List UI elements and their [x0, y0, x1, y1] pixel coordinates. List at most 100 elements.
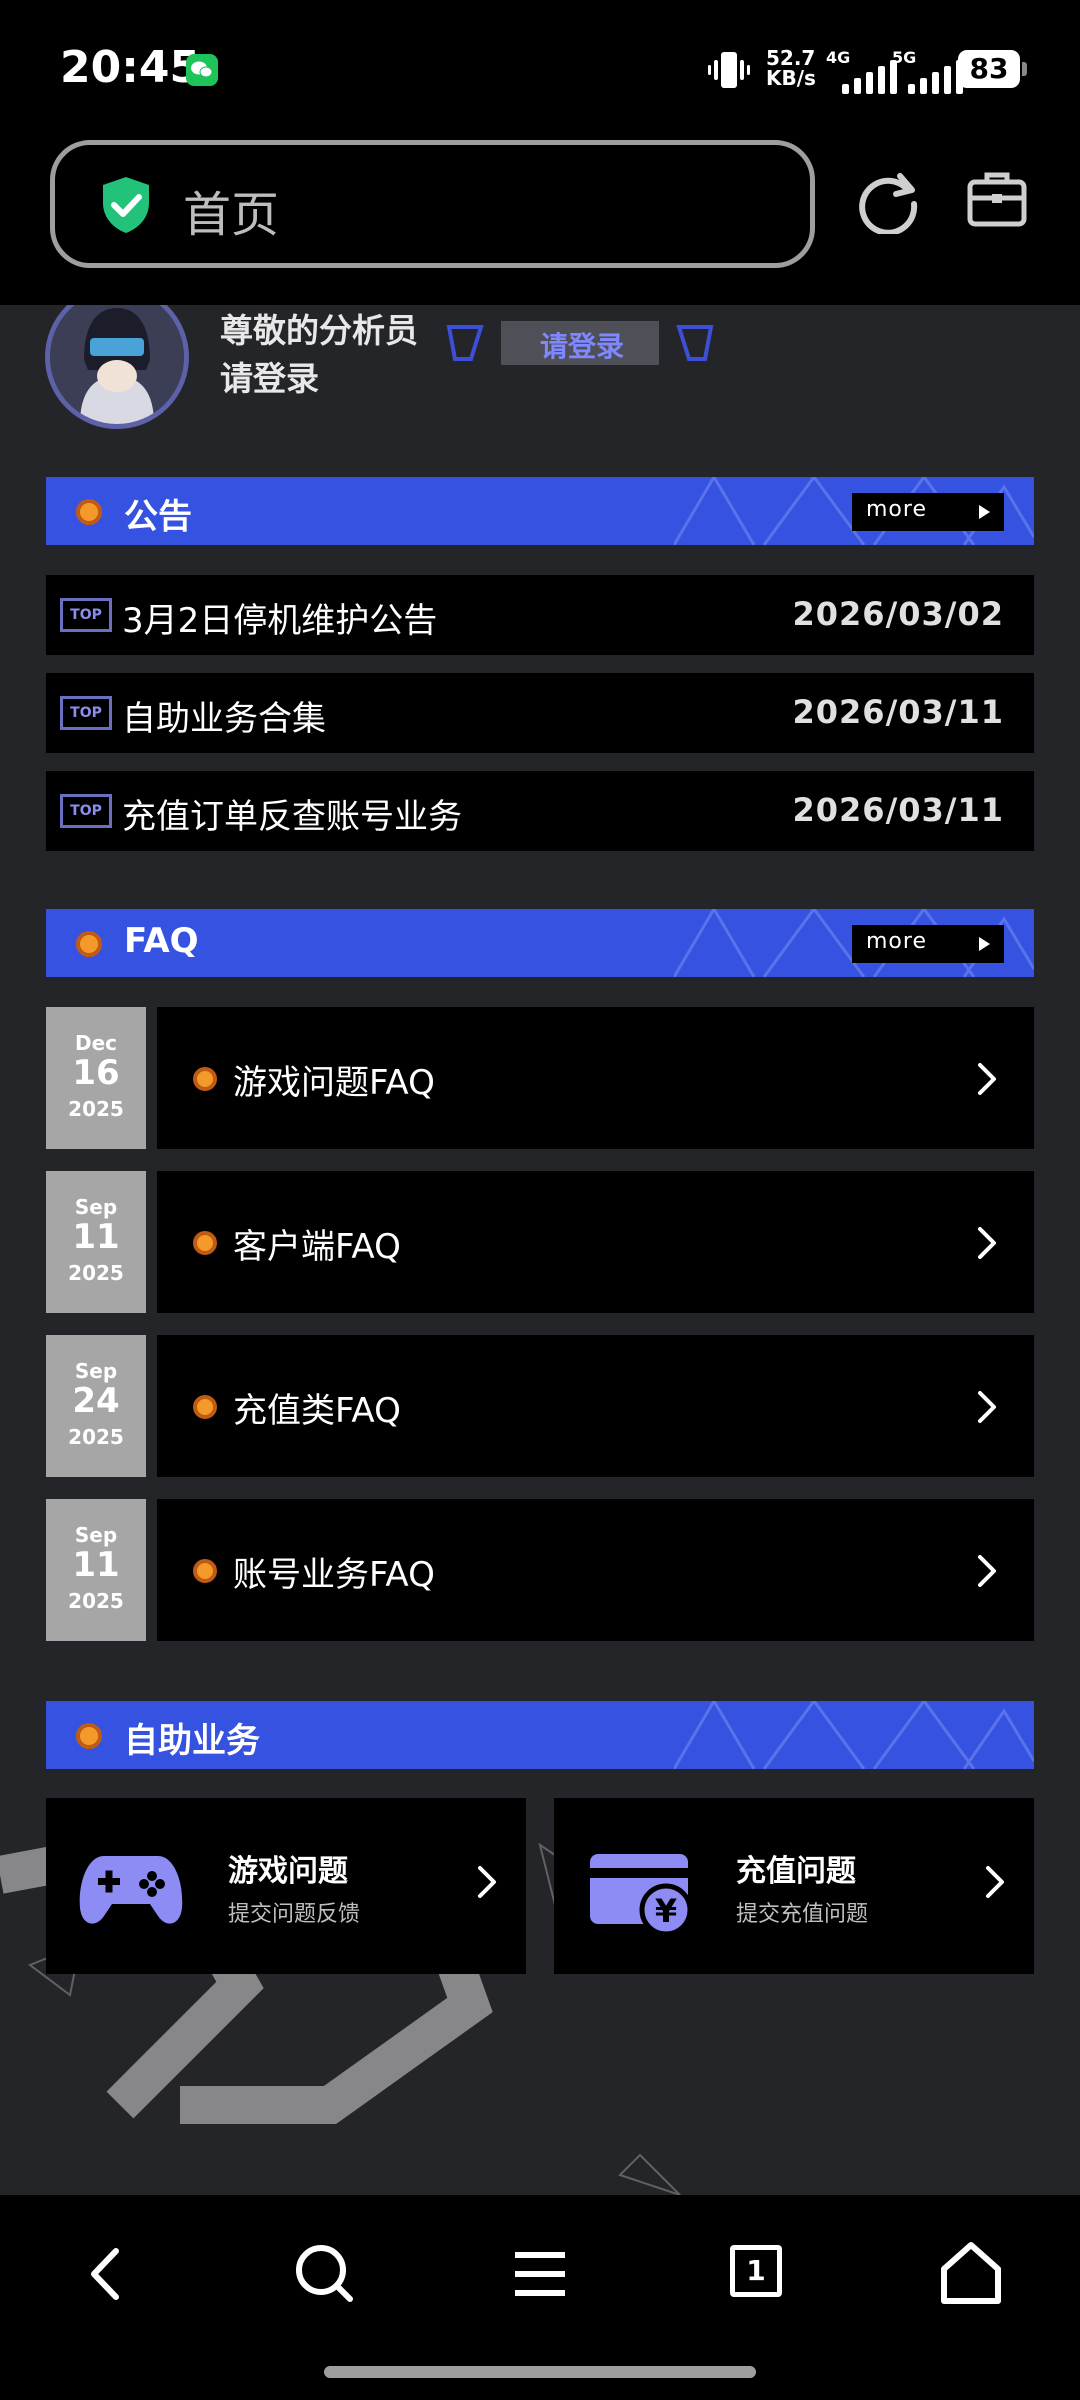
vibrate-icon — [706, 50, 752, 94]
top-badge: TOP — [60, 598, 112, 632]
faq-date-block: Dec 16 2025 — [46, 1007, 146, 1149]
net-speed-value: 52.7 — [766, 46, 816, 70]
more-label: more — [866, 497, 927, 522]
chevron-right-icon — [978, 1391, 996, 1423]
wechat-icon — [186, 54, 218, 86]
service-card-game[interactable]: 游戏问题 提交问题反馈 — [46, 1798, 526, 1974]
section-dot-icon — [76, 931, 102, 957]
faq-month: Sep — [74, 1195, 118, 1219]
section-dot-icon — [76, 499, 102, 525]
status-bar: 20:45 52.7 KB/s 4G 5G 83 — [0, 0, 1080, 130]
faq-day: 11 — [72, 1545, 120, 1585]
status-time: 20:45 — [60, 42, 201, 93]
service-subtitle: 提交充值问题 — [736, 1902, 869, 1927]
service-card-recharge[interactable]: ¥ 充值问题 提交充值问题 — [554, 1798, 1034, 1974]
bullet-dot-icon — [193, 1067, 217, 1091]
chevron-right-icon — [978, 1555, 996, 1587]
user-greeting: 尊敬的分析员 请登录 — [220, 307, 418, 403]
faq-year: 2025 — [68, 1261, 124, 1285]
faq-card[interactable]: 客户端FAQ — [157, 1171, 1034, 1313]
page-content: 尊敬的分析员 请登录 请登录 公告 more TOP 3月2日停机维护公告 20… — [0, 305, 1080, 2195]
url-bar[interactable]: 首页 — [50, 140, 815, 268]
service-subtitle: 提交问题反馈 — [228, 1902, 361, 1927]
chevron-right-icon — [978, 1063, 996, 1095]
screen: 20:45 52.7 KB/s 4G 5G 83 首页 尊敬的分析员 请登录 请… — [0, 0, 1080, 2400]
bullet-dot-icon — [193, 1559, 217, 1583]
menu-icon[interactable] — [505, 2239, 575, 2309]
battery-icon: 83 — [958, 50, 1020, 88]
bullet-dot-icon — [193, 1395, 217, 1419]
bullet-dot-icon — [193, 1231, 217, 1255]
user-panel: 尊敬的分析员 请登录 请登录 — [45, 305, 1045, 429]
header-pattern — [674, 1701, 1034, 1769]
faq-date-block: Sep 11 2025 — [46, 1499, 146, 1641]
faq-month: Sep — [74, 1523, 118, 1547]
faq-item[interactable]: Sep 24 2025 充值类FAQ — [46, 1335, 1034, 1477]
recharge-card-icon: ¥ — [590, 1854, 693, 1937]
login-button[interactable]: 请登录 — [445, 315, 715, 371]
section-title: FAQ — [124, 921, 199, 961]
greeting-line2: 请登录 — [220, 359, 319, 398]
faq-month: Dec — [74, 1031, 118, 1055]
home-indicator[interactable] — [324, 2366, 756, 2378]
faq-year: 2025 — [68, 1425, 124, 1449]
battery-nub — [1022, 62, 1027, 76]
announcement-title: 自助业务合集 — [122, 699, 326, 739]
shield-check-icon — [99, 175, 153, 239]
greeting-line1: 尊敬的分析员 — [220, 311, 418, 350]
announcement-item[interactable]: TOP 自助业务合集 2026/03/11 — [46, 673, 1034, 753]
faq-header: FAQ more — [46, 909, 1034, 977]
service-title: 充值问题 — [736, 1854, 856, 1889]
announcement-date: 2026/03/11 — [792, 791, 1004, 829]
chevron-right-icon — [978, 1227, 996, 1259]
home-icon[interactable] — [936, 2239, 1006, 2309]
briefcase-icon[interactable] — [966, 168, 1028, 230]
url-text: 首页 — [183, 187, 280, 243]
announcement-item[interactable]: TOP 充值订单反查账号业务 2026/03/11 — [46, 771, 1034, 851]
faq-card[interactable]: 游戏问题FAQ — [157, 1007, 1034, 1149]
login-button-label: 请登录 — [540, 330, 625, 363]
faq-more-button[interactable]: more — [852, 925, 1004, 963]
faq-title: 账号业务FAQ — [233, 1555, 435, 1595]
search-icon[interactable] — [290, 2239, 360, 2309]
self-service-header: 自助业务 — [46, 1701, 1034, 1769]
faq-day: 16 — [72, 1053, 120, 1093]
net-speed-unit: KB/s — [766, 66, 816, 90]
faq-card[interactable]: 账号业务FAQ — [157, 1499, 1034, 1641]
faq-year: 2025 — [68, 1097, 124, 1121]
chevron-right-icon — [478, 1866, 496, 1898]
faq-day: 24 — [72, 1381, 120, 1421]
section-dot-icon — [76, 1723, 102, 1749]
top-badge: TOP — [60, 794, 112, 828]
faq-day: 11 — [72, 1217, 120, 1257]
faq-title: 游戏问题FAQ — [233, 1063, 435, 1103]
back-icon[interactable] — [72, 2239, 142, 2309]
faq-title: 客户端FAQ — [233, 1227, 401, 1267]
gamepad-icon — [79, 1856, 183, 1924]
browser-toolbar: 首页 — [0, 130, 1080, 305]
faq-year: 2025 — [68, 1589, 124, 1613]
net-speed: 52.7 KB/s — [766, 48, 816, 88]
announcements-more-button[interactable]: more — [852, 493, 1004, 531]
play-triangle-icon — [979, 937, 990, 951]
announcement-date: 2026/03/11 — [792, 693, 1004, 731]
faq-month: Sep — [74, 1359, 118, 1383]
announcement-title: 3月2日停机维护公告 — [122, 601, 438, 641]
section-title: 自助业务 — [124, 1721, 260, 1761]
refresh-icon[interactable] — [856, 168, 922, 236]
svg-text:¥: ¥ — [655, 1892, 677, 1930]
faq-item[interactable]: Sep 11 2025 客户端FAQ — [46, 1171, 1034, 1313]
announcement-title: 充值订单反查账号业务 — [122, 797, 462, 837]
top-badge: TOP — [60, 696, 112, 730]
announcement-item[interactable]: TOP 3月2日停机维护公告 2026/03/02 — [46, 575, 1034, 655]
tab-count: 1 — [730, 2245, 782, 2297]
more-label: more — [866, 929, 927, 954]
faq-title: 充值类FAQ — [233, 1391, 401, 1431]
faq-date-block: Sep 24 2025 — [46, 1335, 146, 1477]
avatar[interactable] — [45, 305, 189, 429]
faq-date-block: Sep 11 2025 — [46, 1171, 146, 1313]
faq-item[interactable]: Dec 16 2025 游戏问题FAQ — [46, 1007, 1034, 1149]
tabs-icon[interactable]: 1 — [730, 2245, 800, 2315]
faq-card[interactable]: 充值类FAQ — [157, 1335, 1034, 1477]
faq-item[interactable]: Sep 11 2025 账号业务FAQ — [46, 1499, 1034, 1641]
